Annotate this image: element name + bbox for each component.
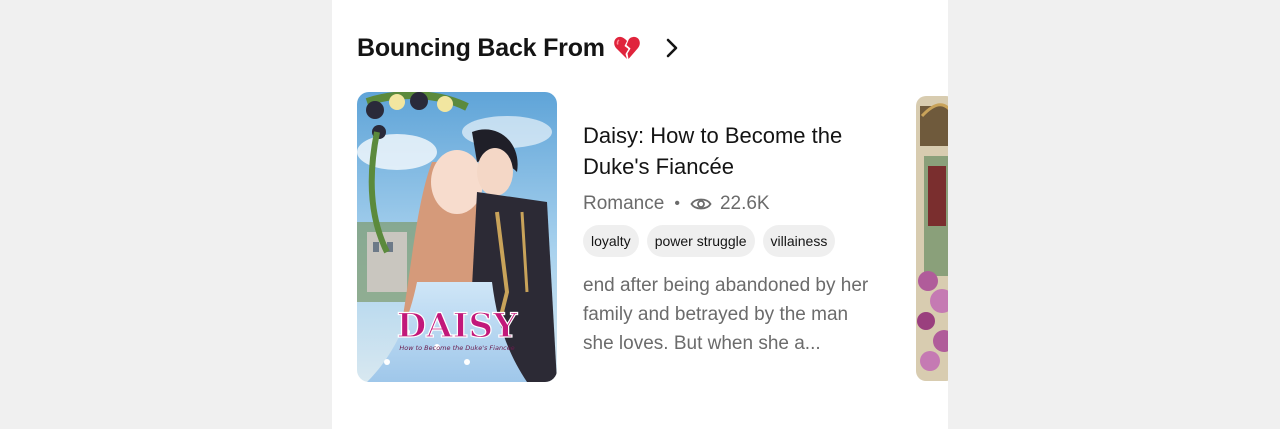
book-title[interactable]: Daisy: How to Become the Duke's Fiancée: [583, 120, 883, 182]
book-meta: Romance • 22.6K: [583, 191, 770, 217]
tag-chip[interactable]: villainess: [762, 225, 836, 257]
tag-list: loyalty power struggle villainess: [583, 225, 836, 257]
next-book-cover[interactable]: [916, 96, 948, 381]
tag-chip[interactable]: power struggle: [646, 225, 755, 257]
cover-subtitle: How to Become the Duke's Fiancée: [399, 344, 514, 352]
broken-heart-icon: [613, 34, 641, 62]
chevron-right-icon[interactable]: [663, 36, 681, 60]
cover-logo: DAISY: [397, 306, 518, 346]
book-description: end after being abandoned by her family …: [583, 275, 869, 354]
separator-dot: •: [674, 195, 680, 212]
section-header[interactable]: Bouncing Back From: [357, 28, 681, 68]
eye-icon: [690, 196, 712, 212]
view-count: 22.6K: [719, 193, 770, 214]
tag-chip[interactable]: loyalty: [583, 225, 639, 257]
recommendation-panel: Bouncing Back From DAISY How to Become t…: [332, 0, 948, 429]
genre-label: Romance: [583, 193, 665, 214]
section-title: Bouncing Back From: [357, 33, 605, 62]
book-cover[interactable]: DAISY How to Become the Duke's Fiancée: [357, 92, 557, 382]
